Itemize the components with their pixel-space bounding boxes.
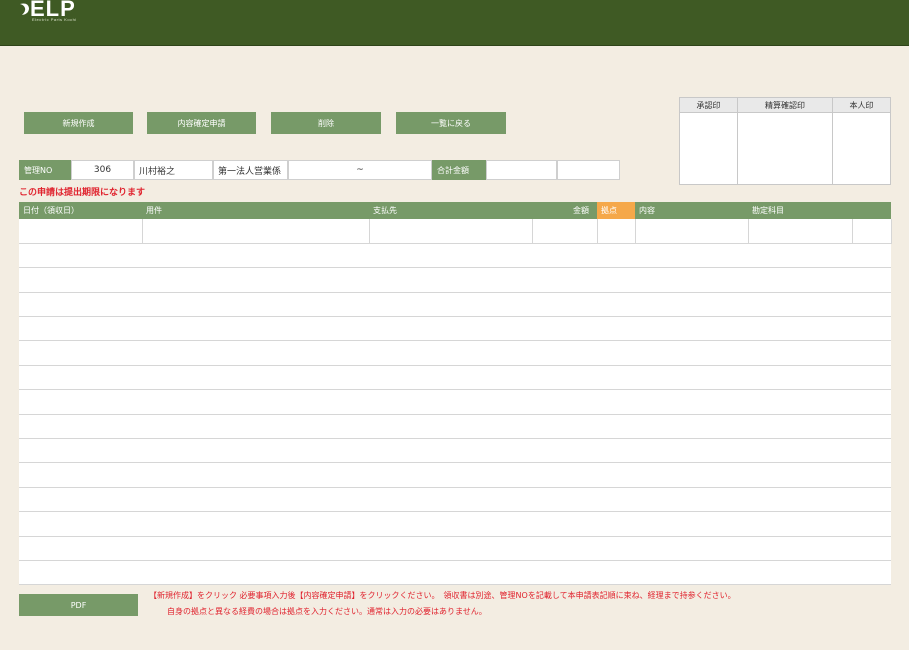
- col-extra: [852, 202, 891, 219]
- table-row: [19, 511, 891, 537]
- stamp-cell-self: [832, 112, 891, 185]
- empty-row: [19, 267, 891, 293]
- empty-row: [19, 292, 891, 318]
- base-note: 自身の拠点と異なる経費の場合は拠点を入力ください。通常は入力の必要はありません。: [167, 607, 487, 616]
- table-row: [19, 462, 891, 488]
- table-row: [19, 243, 891, 269]
- app-header: ELP Electric Parts Kochi: [0, 0, 909, 46]
- empty-row: [19, 340, 891, 366]
- logo-subtitle: Electric Parts Kochi: [32, 17, 77, 22]
- total-amount-value: [486, 160, 557, 180]
- col-content: 内容: [635, 202, 748, 219]
- table-row: [19, 487, 891, 513]
- stamp-cell-settlement: [736, 112, 834, 185]
- deadline-warning: この申請は提出期限になります: [19, 188, 146, 198]
- mgmt-no-value: 306: [71, 160, 134, 180]
- stamp-header-self: 本人印: [832, 97, 891, 113]
- table-row: [19, 316, 891, 342]
- date-input[interactable]: [19, 219, 143, 244]
- col-amount: 金額: [532, 202, 597, 219]
- info-row: 管理NO 306 川村裕之 第一法人営業係 ~ 合計金額: [19, 160, 620, 180]
- table-row: [19, 267, 891, 293]
- extra-cell: [852, 219, 892, 244]
- col-date: 日付（領収日）: [19, 202, 142, 219]
- stamp-header-settlement: 精算確認印: [736, 97, 834, 113]
- table-row: [19, 414, 891, 440]
- base-input[interactable]: [597, 219, 636, 244]
- empty-row: [19, 316, 891, 342]
- empty-row: [19, 536, 891, 561]
- empty-row: [19, 365, 891, 391]
- empty-row: [19, 511, 891, 537]
- table-row: [19, 219, 892, 244]
- stamp-table: 承認印 精算確認印 本人印: [679, 97, 891, 185]
- total-amount-extra: [557, 160, 620, 180]
- empty-row: [19, 243, 891, 269]
- stamp-cell-approval: [679, 112, 738, 185]
- amount-input[interactable]: [532, 219, 598, 244]
- instruction-note: 【新規作成】をクリック 必要事項入力後【内容確定申請】をクリックください。 領収…: [149, 591, 736, 600]
- total-amount-label: 合計金額: [432, 160, 486, 180]
- back-to-list-button[interactable]: 一覧に戻る: [396, 112, 506, 134]
- stamp-header-approval: 承認印: [679, 97, 738, 113]
- table-row: [19, 340, 891, 366]
- delete-button[interactable]: 削除: [271, 112, 381, 134]
- payee-input[interactable]: [369, 219, 533, 244]
- period-field[interactable]: ~: [288, 160, 432, 180]
- table-row: [19, 560, 891, 586]
- content-input[interactable]: [635, 219, 749, 244]
- col-account: 勘定科目: [748, 202, 852, 219]
- table-row: [19, 365, 891, 391]
- pdf-button[interactable]: PDF: [19, 594, 138, 616]
- empty-row: [19, 462, 891, 488]
- table-row: [19, 438, 891, 464]
- col-payee: 支払先: [369, 202, 532, 219]
- department-name: 第一法人営業係: [213, 160, 288, 180]
- empty-row: [19, 438, 891, 464]
- table-row: [19, 292, 891, 318]
- account-input[interactable]: [748, 219, 853, 244]
- expense-grid: 日付（領収日） 用件 支払先 金額 拠点 内容 勘定科目: [19, 202, 892, 586]
- empty-row: [19, 414, 891, 440]
- empty-row: [19, 389, 891, 415]
- mgmt-no-label: 管理NO: [19, 160, 71, 180]
- new-button[interactable]: 新規作成: [24, 112, 133, 134]
- confirm-request-button[interactable]: 内容確定申請: [147, 112, 256, 134]
- empty-row: [19, 487, 891, 513]
- table-row: [19, 389, 891, 415]
- purpose-input[interactable]: [142, 219, 370, 244]
- logo-mark-icon: [20, 3, 29, 15]
- applicant-name: 川村裕之: [134, 160, 213, 180]
- col-purpose: 用件: [142, 202, 369, 219]
- col-base: 拠点: [597, 202, 635, 219]
- empty-row: [19, 560, 891, 586]
- table-row: [19, 536, 891, 561]
